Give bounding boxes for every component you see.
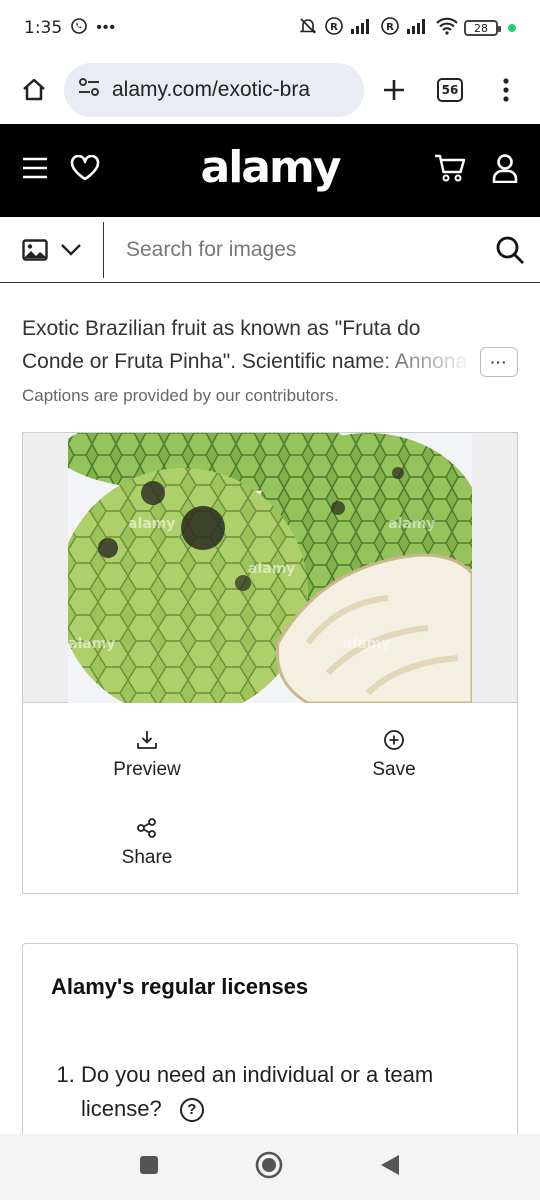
search-input[interactable] — [104, 224, 480, 275]
more-notifications-icon: ••• — [96, 19, 116, 36]
mute-icon — [298, 16, 318, 41]
search-type-dropdown[interactable] — [0, 221, 104, 278]
caption-text: Exotic Brazilian fruit as known as "Frut… — [22, 312, 522, 378]
site-header: alamy — [0, 124, 540, 217]
circle-home-icon — [255, 1151, 283, 1178]
hamburger-icon — [23, 157, 47, 179]
chevron-down-icon — [60, 243, 81, 256]
fruit-image[interactable]: alamy alamy alamy alamy alamy — [68, 433, 472, 703]
whatsapp-icon — [70, 17, 88, 40]
home-icon — [23, 78, 45, 101]
signal-icon — [350, 17, 374, 40]
browser-toolbar: alamy.com/exotic-bra 56 — [0, 56, 540, 124]
download-icon — [137, 731, 157, 749]
share-label: Share — [121, 847, 173, 868]
roaming-icon-2: R — [380, 16, 400, 41]
image-icon — [21, 238, 48, 261]
preview-button[interactable]: Preview — [67, 727, 227, 781]
save-button[interactable]: Save — [314, 727, 474, 781]
image-actions: Preview Save Share — [23, 703, 517, 893]
account-button[interactable] — [492, 153, 518, 188]
watermark-3: alamy — [388, 516, 435, 532]
save-label: Save — [372, 759, 416, 780]
url-text[interactable]: alamy.com/exotic-bra — [112, 78, 310, 102]
cart-button[interactable] — [434, 153, 466, 188]
watermark-1: alamy — [128, 516, 175, 532]
status-time: 1:35 — [24, 18, 63, 38]
watermark-2: alamy — [248, 561, 295, 577]
menu-button[interactable] — [22, 157, 48, 184]
search-button[interactable] — [480, 222, 540, 278]
image-caption: Exotic Brazilian fruit as known as "Frut… — [22, 312, 522, 406]
license-question-item: Do you need an individual or a team lice… — [81, 1058, 489, 1126]
back-triangle-icon — [381, 1154, 399, 1175]
heart-icon — [70, 154, 100, 181]
back-button[interactable] — [379, 1153, 401, 1182]
search-icon — [496, 236, 524, 264]
square-icon — [140, 1155, 158, 1174]
home-button[interactable] — [12, 68, 56, 112]
cart-icon — [435, 154, 466, 182]
signal-icon-2 — [406, 17, 430, 40]
licenses-list: Do you need an individual or a team lice… — [51, 1058, 489, 1126]
user-icon — [492, 154, 518, 184]
status-bar: 1:35 ••• R R 28 — [0, 0, 540, 56]
svg-text:R: R — [330, 22, 338, 33]
license-question-text: Do you need an individual or a team lice… — [81, 1062, 434, 1121]
svg-text:R: R — [386, 22, 394, 33]
wifi-icon — [436, 17, 458, 40]
privacy-indicator-icon — [508, 24, 516, 32]
roaming-icon: R — [324, 16, 344, 41]
favorites-button[interactable] — [70, 154, 100, 186]
share-icon — [137, 818, 156, 838]
site-settings-icon[interactable] — [78, 77, 100, 103]
more-vert-icon — [503, 78, 509, 102]
preview-label: Preview — [113, 759, 181, 780]
new-tab-button[interactable] — [372, 68, 416, 112]
recents-button[interactable] — [139, 1155, 159, 1180]
add-circle-icon — [384, 730, 404, 750]
system-nav-bar — [0, 1134, 540, 1200]
address-bar[interactable]: alamy.com/exotic-bra — [64, 63, 364, 117]
plus-icon — [384, 80, 404, 100]
caption-expand-button[interactable]: ··· — [480, 347, 518, 377]
watermark-5: alamy — [343, 636, 390, 652]
image-card: alamy alamy alamy alamy alamy Preview Sa… — [22, 432, 518, 894]
home-nav-button[interactable] — [255, 1151, 283, 1184]
licenses-title: Alamy's regular licenses — [51, 974, 309, 999]
tab-count: 56 — [437, 78, 463, 102]
search-bar — [0, 217, 540, 283]
help-icon[interactable]: ? — [179, 1098, 204, 1123]
image-container[interactable]: alamy alamy alamy alamy alamy — [23, 433, 517, 703]
browser-menu-button[interactable] — [484, 68, 528, 112]
watermark-4: alamy — [68, 636, 115, 652]
caption-note: Captions are provided by our contributor… — [22, 386, 339, 405]
battery-icon: 28 — [464, 20, 501, 36]
tab-switcher-button[interactable]: 56 — [428, 68, 472, 112]
share-button[interactable]: Share — [67, 815, 227, 869]
